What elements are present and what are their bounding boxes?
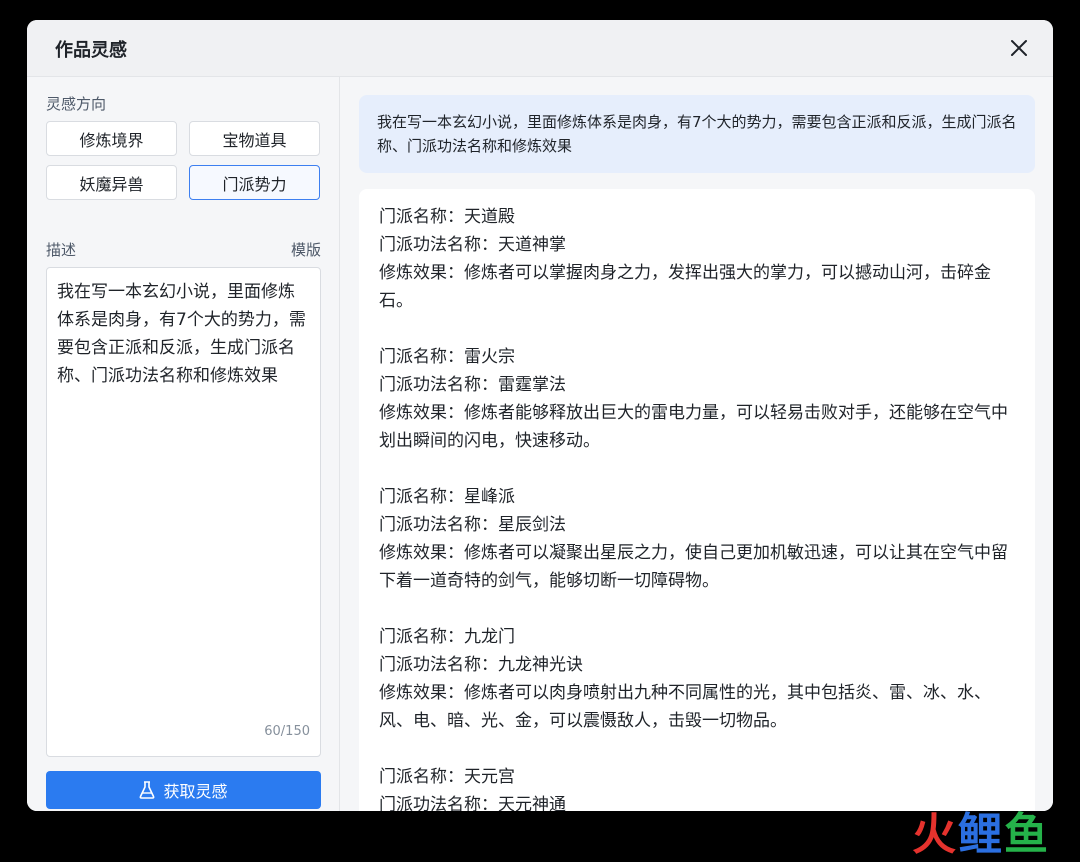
faction-name: 门派名称：天元宫: [379, 767, 515, 787]
watermark-char: 鲤: [958, 809, 1004, 860]
result-item: 门派名称：天道殿 门派功法名称：天道神掌 修炼效果：修炼者可以掌握肉身之力，发挥…: [379, 203, 1015, 315]
dialog-title: 作品灵感: [55, 40, 127, 61]
watermark-char: 火: [912, 809, 958, 860]
direction-label: 灵感方向: [46, 95, 107, 113]
close-button[interactable]: [1007, 36, 1031, 60]
faction-effect: 修炼效果：修炼者可以掌握肉身之力，发挥出强大的掌力，可以撼动山河，击碎金石。: [379, 263, 991, 311]
close-icon: [1011, 40, 1027, 56]
result-panel: 门派名称：天道殿 门派功法名称：天道神掌 修炼效果：修炼者可以掌握肉身之力，发挥…: [359, 189, 1035, 811]
faction-skill: 门派功法名称：天道神掌: [379, 235, 566, 255]
category-button-monster[interactable]: 妖魔异兽: [46, 165, 177, 200]
faction-name: 门派名称：天道殿: [379, 207, 515, 227]
flask-icon: [140, 781, 155, 799]
char-counter: 60/150: [264, 724, 310, 739]
faction-effect: 修炼效果：修炼者可以肉身喷射出九种不同属性的光，其中包括炎、雷、冰、水、风、电、…: [379, 683, 991, 731]
faction-name: 门派名称：九龙门: [379, 627, 515, 647]
faction-effect: 修炼效果：修炼者能够释放出巨大的雷电力量，可以轻易击败对手，还能够在空气中划出瞬…: [379, 403, 1008, 451]
faction-effect: 修炼效果：修炼者可以凝聚出星辰之力，使自己更加机敏迅速，可以让其在空气中留下着一…: [379, 543, 1008, 591]
description-label: 描述: [46, 241, 77, 259]
result-item: 门派名称：九龙门 门派功法名称：九龙神光诀 修炼效果：修炼者可以肉身喷射出九种不…: [379, 623, 1015, 735]
watermark-logo: 火鲤鱼: [912, 798, 1050, 862]
inspiration-dialog: 作品灵感 灵感方向 修炼境界 宝物道具 妖魔异兽 门派势力 描述 模版 我在写一…: [27, 20, 1053, 811]
faction-name: 门派名称：雷火宗: [379, 347, 515, 367]
category-button-treasure[interactable]: 宝物道具: [189, 121, 320, 156]
result-item: 门派名称：星峰派 门派功法名称：星辰剑法 修炼效果：修炼者可以凝聚出星辰之力，使…: [379, 483, 1015, 595]
faction-name: 门派名称：星峰派: [379, 487, 515, 507]
category-button-cultivation[interactable]: 修炼境界: [46, 121, 177, 156]
dialog-header: 作品灵感: [27, 20, 1053, 77]
template-link[interactable]: 模版: [291, 239, 321, 260]
faction-skill: 门派功法名称：雷霆掌法: [379, 375, 566, 395]
get-inspiration-label: 获取灵感: [163, 782, 228, 801]
faction-skill: 门派功法名称：九龙神光诀: [379, 655, 583, 675]
result-item: 门派名称：雷火宗 门派功法名称：雷霆掌法 修炼效果：修炼者能够释放出巨大的雷电力…: [379, 343, 1015, 455]
get-inspiration-button[interactable]: 获取灵感: [46, 771, 321, 809]
prompt-bubble: 我在写一本玄幻小说，里面修炼体系是肉身，有7个大的势力，需要包含正派和反派，生成…: [359, 95, 1035, 173]
watermark-char: 鱼: [1004, 809, 1050, 860]
description-text: 我在写一本玄幻小说，里面修炼体系是肉身，有7个大的势力，需要包含正派和反派，生成…: [57, 282, 306, 386]
description-textarea[interactable]: 我在写一本玄幻小说，里面修炼体系是肉身，有7个大的势力，需要包含正派和反派，生成…: [46, 267, 321, 757]
faction-skill: 门派功法名称：星辰剑法: [379, 515, 566, 535]
right-panel: 我在写一本玄幻小说，里面修炼体系是肉身，有7个大的势力，需要包含正派和反派，生成…: [340, 77, 1053, 811]
category-button-faction[interactable]: 门派势力: [189, 165, 320, 200]
left-panel: 灵感方向 修炼境界 宝物道具 妖魔异兽 门派势力 描述 模版 我在写一本玄幻小说…: [27, 77, 340, 811]
